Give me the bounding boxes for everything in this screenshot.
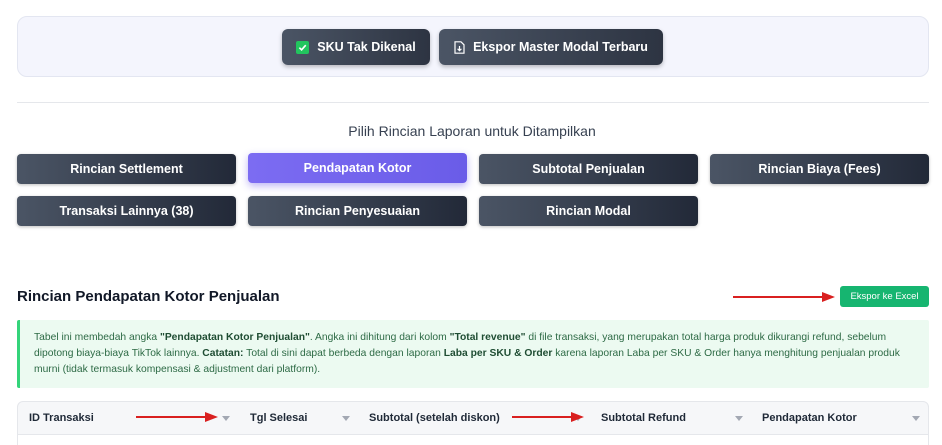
report-button-rincian-penyesuaian[interactable]: Rincian Penyesuaian [248, 196, 467, 226]
report-button-label: Pendapatan Kotor [303, 161, 412, 175]
column-header-subtotal[interactable]: Subtotal (setelah diskon) [369, 402, 500, 434]
table-body [17, 434, 929, 445]
report-button-rincian-modal[interactable]: Rincian Modal [479, 196, 698, 226]
ekspor-excel-button[interactable]: Ekspor ke Excel [840, 286, 929, 307]
sort-caret-icon[interactable] [342, 416, 350, 421]
ekspor-master-modal-label: Ekspor Master Modal Terbaru [473, 40, 648, 54]
info-text: Total di sini dapat berbeda dengan lapor… [243, 347, 444, 359]
sku-tak-dikenal-label: SKU Tak Dikenal [317, 40, 416, 54]
info-bold: Catatan: [202, 347, 244, 359]
ekspor-master-modal-button[interactable]: Ekspor Master Modal Terbaru [439, 29, 663, 65]
annotation-arrow-icon [136, 412, 218, 422]
info-text: . Angka ini dihitung dari kolom [309, 332, 450, 343]
info-bold: "Pendapatan Kotor Penjualan" [159, 332, 310, 343]
sort-caret-icon[interactable] [735, 416, 743, 421]
sort-caret-icon[interactable] [912, 416, 920, 421]
report-button-rincian-settlement[interactable]: Rincian Settlement [17, 154, 236, 184]
report-button-pendapatan-kotor[interactable]: Pendapatan Kotor [248, 153, 467, 183]
report-selector-title: Pilih Rincian Laporan untuk Ditampilkan [348, 123, 596, 139]
report-button-label: Transaksi Lainnya (38) [59, 204, 194, 218]
sku-tak-dikenal-button[interactable]: SKU Tak Dikenal [282, 29, 430, 65]
report-button-transaksi-lainnya[interactable]: Transaksi Lainnya (38) [17, 196, 236, 226]
section-title: Rincian Pendapatan Kotor Penjualan [17, 288, 280, 305]
info-box: Tabel ini membedah angka "Pendapatan Kot… [17, 320, 929, 388]
column-header-tgl-selesai[interactable]: Tgl Selesai [250, 402, 307, 434]
section-divider [17, 102, 929, 103]
column-header-subtotal-refund[interactable]: Subtotal Refund [601, 402, 686, 434]
report-button-label: Rincian Settlement [70, 162, 183, 176]
report-button-label: Rincian Modal [546, 204, 631, 218]
info-bold: "Total revenue" [449, 332, 526, 343]
info-text: Tabel ini membedah angka [34, 332, 160, 343]
annotation-arrow-icon [733, 292, 835, 302]
top-action-panel: SKU Tak Dikenal Ekspor Master Modal Terb… [17, 16, 929, 77]
column-header-id-transaksi[interactable]: ID Transaksi [29, 402, 94, 434]
report-button-label: Subtotal Penjualan [532, 162, 645, 176]
sort-caret-icon[interactable] [222, 416, 230, 421]
annotation-arrow-icon [512, 412, 584, 422]
info-bold: Laba per SKU & Order [443, 347, 553, 359]
column-header-pendapatan-kotor[interactable]: Pendapatan Kotor [762, 402, 857, 434]
file-download-icon [454, 40, 465, 54]
report-button-label: Rincian Biaya (Fees) [758, 162, 881, 176]
report-button-label: Rincian Penyesuaian [294, 204, 421, 218]
report-button-subtotal-penjualan[interactable]: Subtotal Penjualan [479, 154, 698, 184]
report-button-rincian-biaya[interactable]: Rincian Biaya (Fees) [710, 154, 929, 184]
checkbox-icon [296, 40, 310, 54]
